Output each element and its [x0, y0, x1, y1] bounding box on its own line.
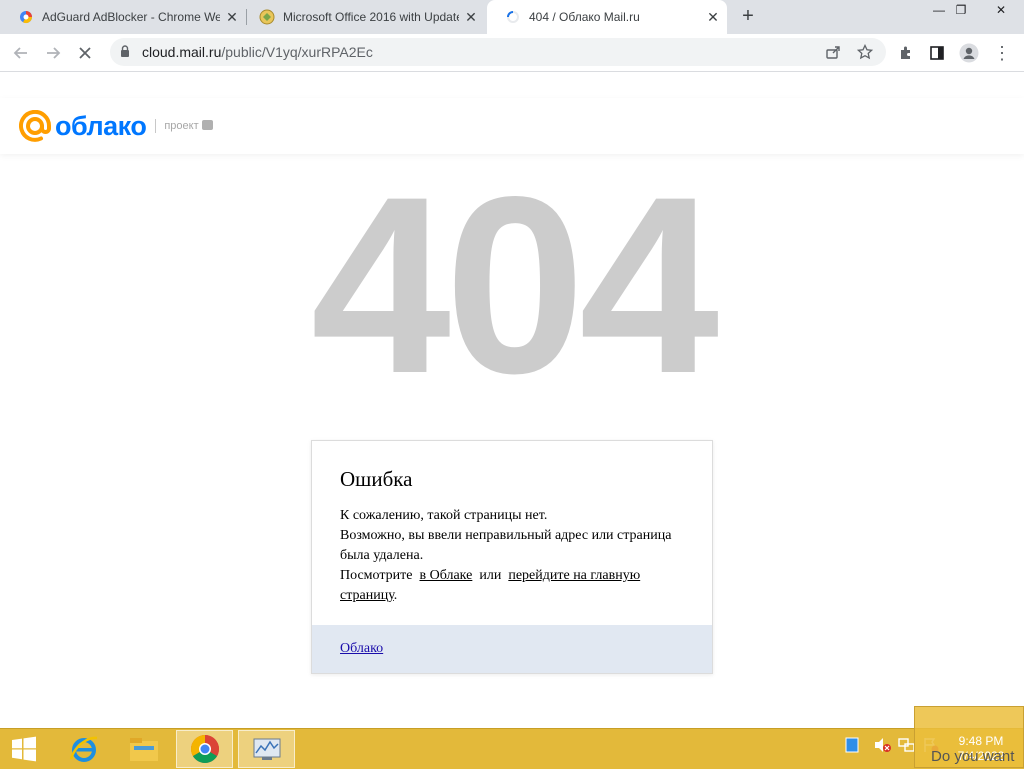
error-code: 404 — [310, 145, 719, 426]
arrow-right-icon — [47, 47, 61, 59]
logo-divider — [155, 119, 157, 133]
taskbar-chrome[interactable] — [176, 730, 233, 768]
taskbar — [0, 728, 1024, 769]
taskbar-file-explorer[interactable] — [115, 730, 172, 768]
start-button[interactable] — [0, 730, 48, 768]
office-site-icon — [259, 9, 275, 25]
performance-monitor-icon — [253, 738, 280, 760]
error-line-1: К сожалению, такой страницы нет. — [340, 508, 548, 523]
error-title: Ошибка — [340, 467, 413, 491]
internet-explorer-icon — [69, 736, 97, 762]
forward-button[interactable] — [40, 40, 66, 66]
address-bar[interactable]: cloud.mail.ru/public/V1yq/xurRPA2Ec — [110, 38, 886, 66]
tab-title: Microsoft Office 2016 with Updates — [283, 10, 459, 24]
page-content: облако проект 404 Ошибка К сожалению, та… — [0, 72, 1024, 728]
windows-logo-icon — [12, 736, 36, 762]
back-button[interactable] — [8, 40, 34, 66]
adguard-icon — [18, 9, 34, 25]
chrome-icon — [190, 735, 219, 763]
tab-office[interactable]: Microsoft Office 2016 with Updates ✕ — [247, 0, 485, 34]
share-icon[interactable] — [820, 39, 846, 65]
error-line-3-prefix: Посмотрите — [340, 568, 413, 583]
new-tab-button[interactable]: + — [736, 5, 760, 29]
url-path: /public/V1yq/xurRPA2Ec — [221, 44, 373, 60]
tab-strip: AdGuard AdBlocker - Chrome Web Store ✕ M… — [0, 0, 1024, 34]
menu-kebab-icon[interactable]: ⋮ — [989, 40, 1015, 66]
tab-adguard[interactable]: AdGuard AdBlocker - Chrome Web Store ✕ — [0, 0, 246, 34]
url-host: cloud.mail.ru — [142, 44, 222, 60]
browser-toolbar: cloud.mail.ru/public/V1yq/xurRPA2Ec ⋮ — [0, 34, 1024, 72]
restore-button[interactable]: ❐ — [946, 0, 976, 22]
close-icon[interactable]: ✕ — [224, 9, 240, 25]
taskbar-internet-explorer[interactable] — [55, 730, 112, 768]
close-icon[interactable]: ✕ — [463, 9, 479, 25]
bookmark-star-icon[interactable] — [852, 39, 878, 65]
error-message: К сожалению, такой страницы нет. Возможн… — [340, 506, 684, 606]
folder-icon — [129, 738, 158, 761]
loading-spinner-icon — [505, 9, 521, 25]
profile-avatar-icon[interactable] — [956, 40, 982, 66]
close-icon[interactable]: ✕ — [705, 9, 721, 25]
project-label: проект — [164, 120, 199, 132]
error-footer: Облако — [312, 625, 712, 673]
side-panel-icon[interactable] — [924, 40, 950, 66]
tab-title: AdGuard AdBlocker - Chrome Web Store — [42, 10, 220, 24]
taskbar-task-manager[interactable] — [238, 730, 295, 768]
volume-muted-icon[interactable] — [874, 737, 892, 758]
error-line-2: Возможно, вы ввели неправильный адрес ил… — [340, 528, 672, 563]
close-icon — [79, 47, 91, 59]
logo-wordmark: облако — [55, 110, 147, 141]
error-line-3-suffix: . — [393, 588, 398, 603]
window-close-button[interactable]: ✕ — [986, 0, 1016, 22]
stop-loading-button[interactable] — [72, 40, 98, 66]
error-line-3-mid: или — [479, 568, 502, 583]
arrow-left-icon — [13, 47, 27, 59]
mail-at-logo-icon — [19, 110, 51, 142]
url-text: cloud.mail.ru/public/V1yq/xurRPA2Ec — [142, 44, 373, 60]
mailru-badge-icon — [201, 120, 213, 130]
tab-cloud-404[interactable]: 404 / Облако Mail.ru ✕ — [487, 0, 727, 34]
action-center-icon[interactable] — [845, 737, 859, 758]
tab-title: 404 / Облако Mail.ru — [529, 10, 640, 24]
error-box: Ошибка К сожалению, такой страницы нет. … — [311, 440, 713, 674]
cloud-link[interactable]: в Облаке — [419, 568, 472, 583]
activation-watermark: Do you want — [931, 748, 1015, 765]
clock-time: 9:48 PM — [958, 734, 1004, 748]
footer-cloud-link[interactable]: Облако — [340, 641, 383, 657]
extensions-puzzle-icon[interactable] — [893, 40, 919, 66]
error-line-3: Посмотрите в Облаке или перейдите на гла… — [340, 566, 684, 606]
cloud-logo[interactable]: облако проект — [19, 110, 213, 142]
lock-icon — [120, 45, 130, 63]
